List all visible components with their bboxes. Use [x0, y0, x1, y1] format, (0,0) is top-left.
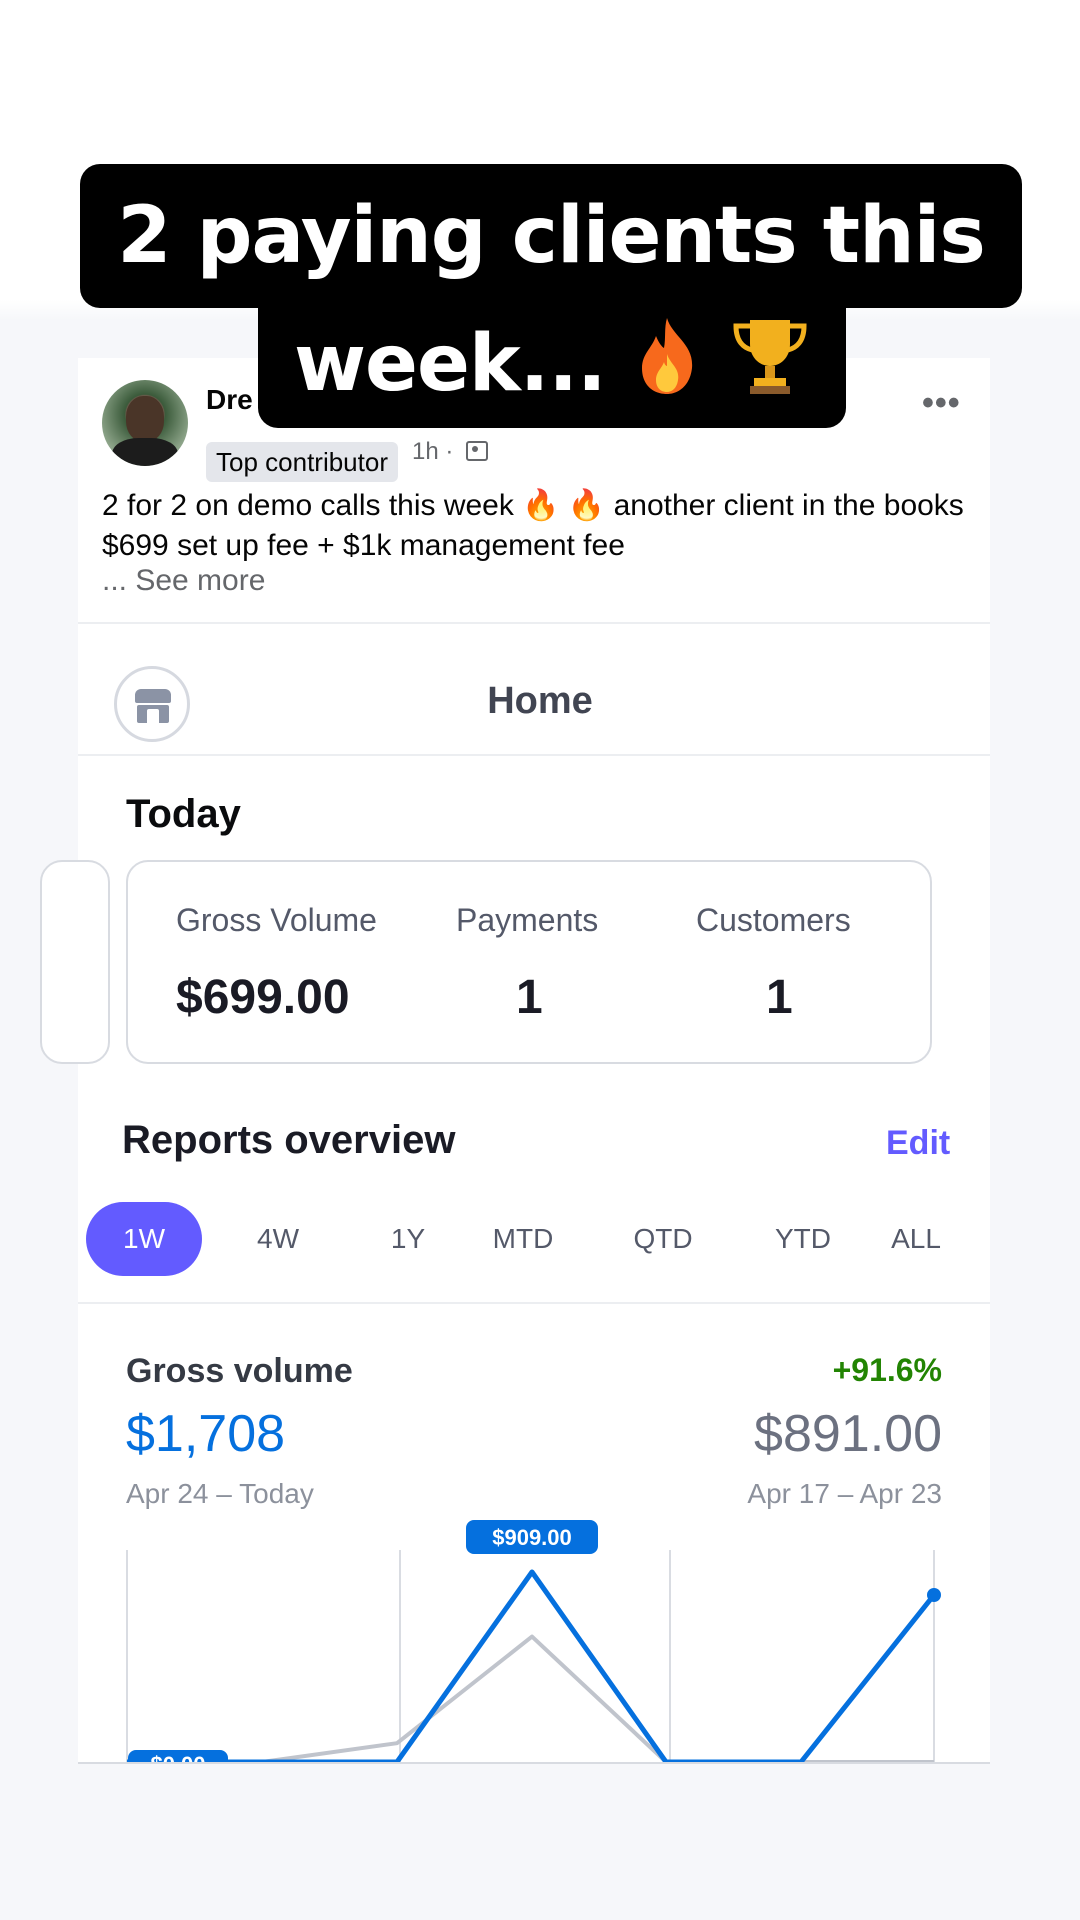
divider [78, 754, 990, 756]
today-title: Today [126, 792, 241, 836]
fire-icon [641, 318, 692, 394]
today-stats-card[interactable]: Gross Volume $699.00 Payments 1 Customer… [126, 860, 932, 1064]
more-dots-icon[interactable]: ••• [922, 384, 961, 423]
post-time: 1h · [412, 438, 454, 465]
range-selector: 1W 4W 1Y MTD QTD YTD ALL [86, 1202, 966, 1276]
chart-series-0-line [127, 1569, 936, 1762]
gross-volume-current-range: Apr 24 – Today [126, 1478, 314, 1509]
trophy-icon [733, 320, 807, 394]
stat-value-gross-volume: $699.00 [176, 971, 350, 1024]
stat-label-gross-volume: Gross Volume [176, 902, 377, 938]
range-tab-qtd[interactable]: QTD [598, 1202, 728, 1276]
caption-line-2-text: week... [294, 319, 607, 409]
chart-peak-label: $909.00 [492, 1525, 572, 1550]
author-name[interactable]: Dre [206, 384, 253, 416]
stat-label-customers: Customers [696, 902, 851, 938]
top-contributor-badge: Top contributor [206, 442, 398, 482]
see-more-link[interactable]: ... See more [102, 564, 265, 598]
range-tab-ytd[interactable]: YTD [738, 1202, 868, 1276]
gross-volume-change: +91.6% [832, 1352, 942, 1388]
chart-endpoint-marker [927, 1587, 941, 1602]
page-title: Home [487, 680, 593, 722]
gross-volume-previous: $891.00 [754, 1405, 942, 1463]
divider [78, 1762, 990, 1764]
gross-volume-chart[interactable]: $909.00 $0.00 [78, 1520, 990, 1762]
edit-button[interactable]: Edit [886, 1124, 950, 1163]
stat-value-payments: 1 [516, 971, 543, 1024]
stat-label-payments: Payments [456, 902, 599, 938]
range-tab-mtd[interactable]: MTD [458, 1202, 588, 1276]
caption-line-2: week... [258, 306, 846, 428]
caption-line-1: 2 paying clients this [80, 164, 1022, 308]
range-tab-all[interactable]: ALL [866, 1202, 966, 1276]
gross-volume-previous-range: Apr 17 – Apr 23 [747, 1478, 942, 1509]
range-tab-1w[interactable]: 1W [86, 1202, 202, 1276]
gross-volume-current: $1,708 [126, 1405, 286, 1463]
chart-svg: $909.00 $0.00 [126, 1520, 941, 1762]
gross-volume-title: Gross volume [126, 1352, 353, 1390]
audience-icon [466, 441, 489, 461]
post-meta: 1h · [412, 438, 489, 466]
reports-overview-title: Reports overview [122, 1118, 456, 1162]
range-tab-4w[interactable]: 4W [228, 1202, 328, 1276]
divider [78, 622, 990, 624]
avatar[interactable] [102, 380, 188, 466]
post-text: 2 for 2 on demo calls this week 🔥 🔥 anot… [102, 489, 964, 562]
range-tab-1y[interactable]: 1Y [358, 1202, 458, 1276]
stat-value-customers: 1 [766, 971, 793, 1024]
chart-low-label: $0.00 [150, 1752, 205, 1762]
previous-card-peek[interactable] [40, 860, 110, 1064]
divider [78, 1302, 990, 1304]
